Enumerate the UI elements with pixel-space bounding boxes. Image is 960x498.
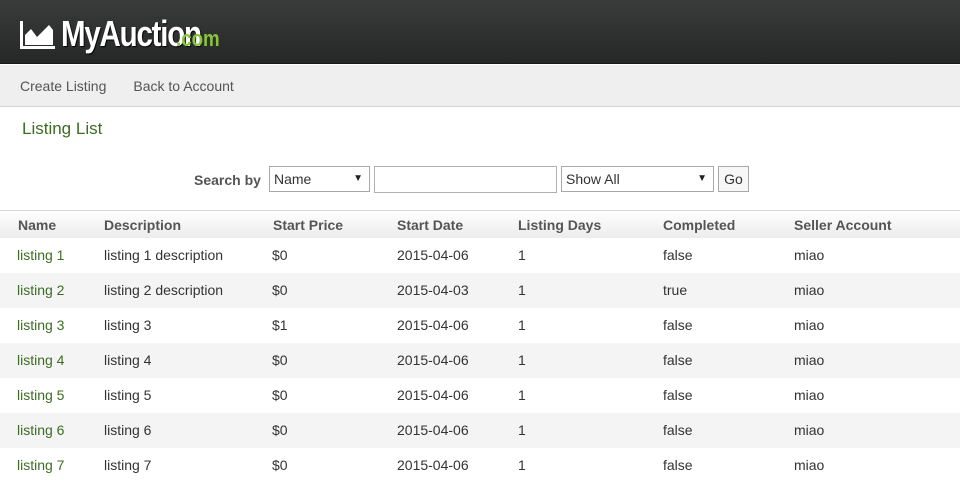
status-filter-value: Show All [566, 171, 620, 187]
listing-name-link[interactable]: listing 3 [17, 317, 64, 333]
listing-seller: miao [794, 317, 825, 333]
listing-seller: miao [794, 457, 825, 473]
listing-completed: false [663, 247, 693, 263]
listing-completed: false [663, 387, 693, 403]
table-row: listing 7 listing 7 $0 2015-04-06 1 fals… [0, 448, 960, 483]
listing-completed: false [663, 457, 693, 473]
listing-seller: miao [794, 352, 825, 368]
listing-name-link[interactable]: listing 1 [17, 247, 64, 263]
listing-start-date: 2015-04-06 [397, 317, 469, 333]
table-row: listing 3 listing 3 $1 2015-04-06 1 fals… [0, 308, 960, 343]
listing-table: Name Description Start Price Start Date … [0, 210, 960, 483]
listing-start-price: $1 [272, 317, 288, 333]
listing-completed: false [663, 317, 693, 333]
listing-description: listing 1 description [104, 247, 224, 263]
column-header-description[interactable]: Description [104, 217, 181, 233]
site-logo[interactable]: MyAuction .com [20, 12, 227, 52]
column-header-seller-account[interactable]: Seller Account [794, 217, 892, 233]
listing-days: 1 [518, 422, 526, 438]
column-header-name[interactable]: Name [18, 217, 56, 233]
listing-seller: miao [794, 247, 825, 263]
listing-name-link[interactable]: listing 5 [17, 387, 64, 403]
listing-start-price: $0 [272, 352, 288, 368]
search-bar: Search by Name ▼ Show All ▼ Go [0, 166, 960, 193]
listing-description: listing 6 [104, 422, 152, 438]
listing-completed: false [663, 422, 693, 438]
column-header-completed[interactable]: Completed [663, 217, 735, 233]
listing-seller: miao [794, 387, 825, 403]
table-row: listing 6 listing 6 $0 2015-04-06 1 fals… [0, 413, 960, 448]
column-header-listing-days[interactable]: Listing Days [518, 217, 601, 233]
listing-name-link[interactable]: listing 7 [17, 457, 64, 473]
column-header-start-price[interactable]: Start Price [273, 217, 343, 233]
listing-description: listing 4 [104, 352, 152, 368]
listing-start-date: 2015-04-06 [397, 247, 469, 263]
listing-description: listing 5 [104, 387, 152, 403]
listing-start-date: 2015-04-03 [397, 282, 469, 298]
chart-icon [20, 21, 55, 49]
listing-start-date: 2015-04-06 [397, 387, 469, 403]
dropdown-arrow-icon: ▼ [697, 173, 707, 184]
nav-back-to-account[interactable]: Back to Account [133, 78, 233, 94]
listing-completed: true [663, 282, 688, 298]
listing-seller: miao [794, 422, 825, 438]
go-button[interactable]: Go [718, 166, 749, 192]
listing-start-date: 2015-04-06 [397, 352, 469, 368]
listing-description: listing 3 [104, 317, 152, 333]
logo-text: MyAuction [61, 13, 202, 54]
listing-start-price: $0 [272, 457, 288, 473]
listing-start-price: $0 [272, 247, 288, 263]
listing-start-price: $0 [272, 282, 288, 298]
site-header: MyAuction .com [0, 0, 960, 64]
search-input[interactable] [374, 166, 557, 193]
listing-start-price: $0 [272, 387, 288, 403]
nav-create-listing[interactable]: Create Listing [20, 78, 106, 94]
listing-days: 1 [518, 282, 526, 298]
status-filter-select[interactable]: Show All ▼ [561, 166, 714, 192]
listing-start-date: 2015-04-06 [397, 422, 469, 438]
listing-completed: false [663, 352, 693, 368]
search-field-value: Name [274, 171, 312, 187]
dropdown-arrow-icon: ▼ [353, 173, 363, 184]
page-title: Listing List [22, 119, 103, 138]
listing-name-link[interactable]: listing 6 [17, 422, 64, 438]
listing-days: 1 [518, 247, 526, 263]
table-header: Name Description Start Price Start Date … [0, 210, 960, 238]
table-row: listing 5 listing 5 $0 2015-04-06 1 fals… [0, 378, 960, 413]
listing-name-link[interactable]: listing 2 [17, 282, 64, 298]
listing-start-date: 2015-04-06 [397, 457, 469, 473]
table-row: listing 2 listing 2 description $0 2015-… [0, 273, 960, 308]
search-label: Search by [194, 172, 261, 188]
column-header-start-date[interactable]: Start Date [397, 217, 463, 233]
table-row: listing 1 listing 1 description $0 2015-… [0, 238, 960, 273]
listing-days: 1 [518, 457, 526, 473]
listing-days: 1 [518, 352, 526, 368]
search-field-select[interactable]: Name ▼ [269, 166, 370, 192]
listing-seller: miao [794, 282, 825, 298]
listing-start-price: $0 [272, 422, 288, 438]
listing-description: listing 2 description [104, 282, 224, 298]
logo-tld: .com [176, 26, 220, 51]
nav-bar: Create Listing Back to Account [0, 65, 960, 107]
listing-days: 1 [518, 317, 526, 333]
table-row: listing 4 listing 4 $0 2015-04-06 1 fals… [0, 343, 960, 378]
listing-name-link[interactable]: listing 4 [17, 352, 64, 368]
listing-days: 1 [518, 387, 526, 403]
listing-description: listing 7 [104, 457, 152, 473]
